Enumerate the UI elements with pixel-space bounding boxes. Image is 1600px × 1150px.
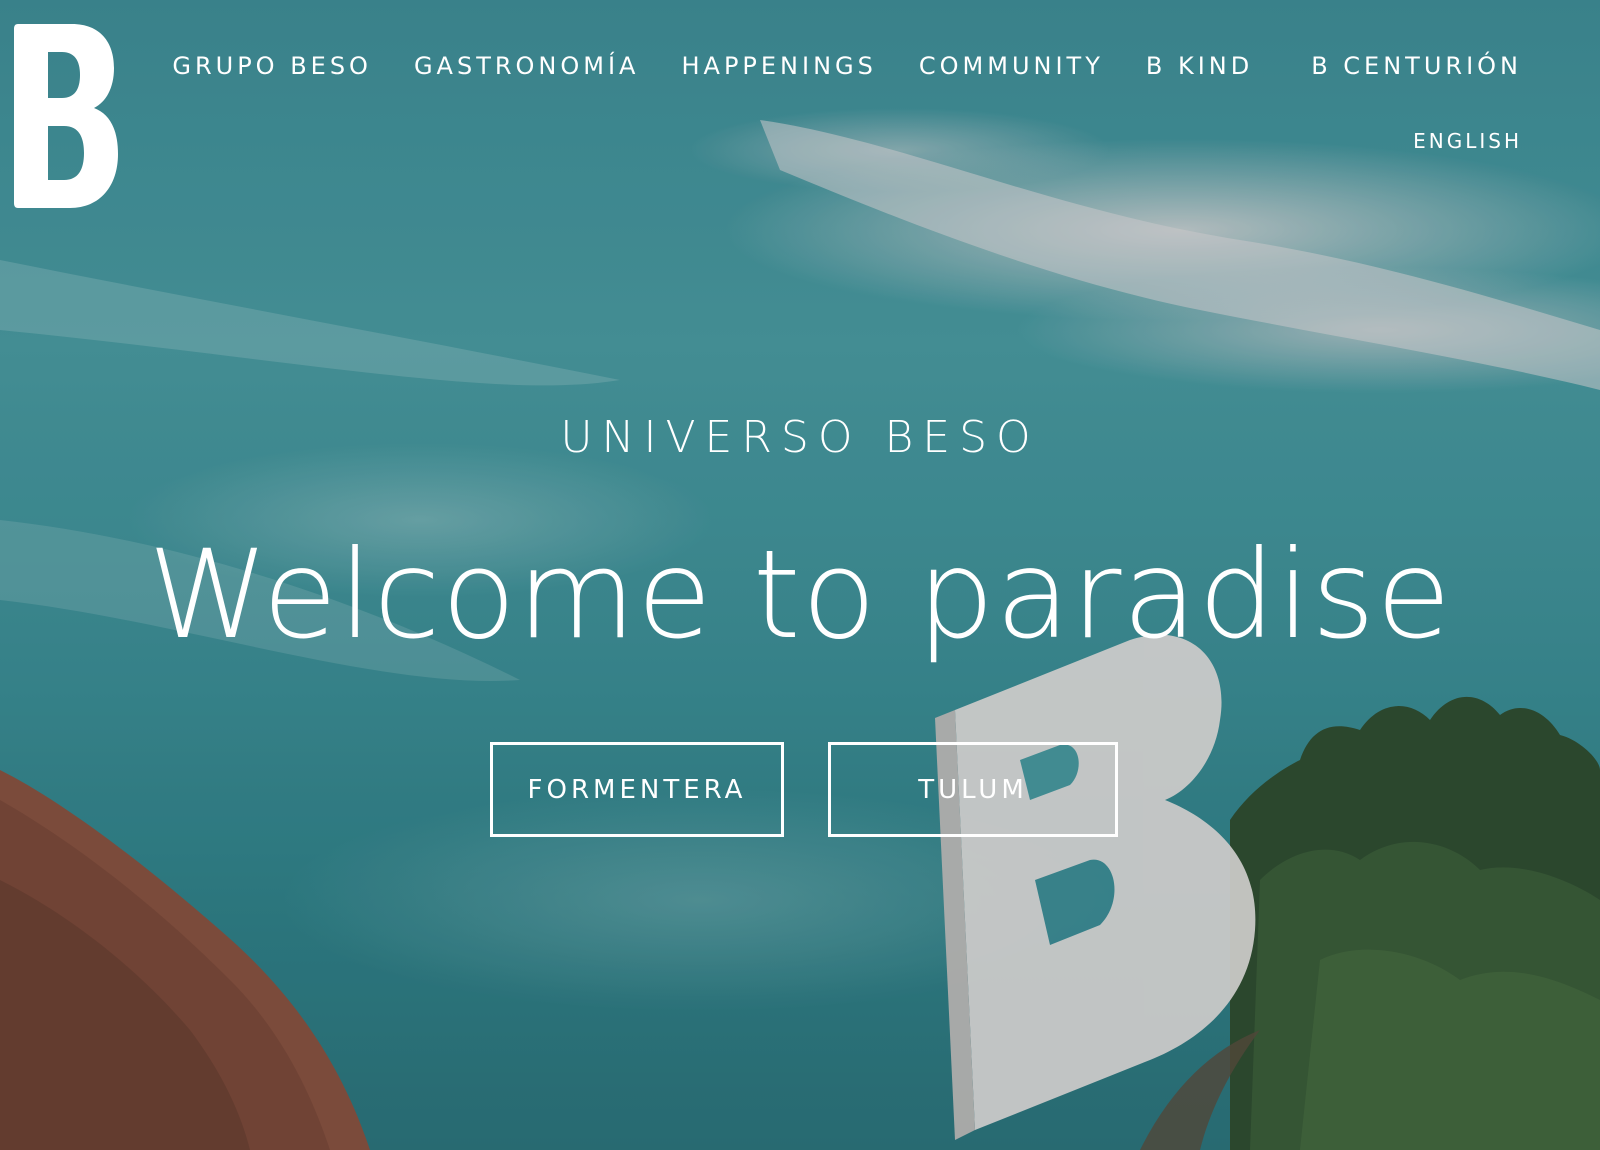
hero-eyebrow: UNIVERSO BESO: [560, 412, 1040, 463]
nav-item-grupo-beso[interactable]: GRUPO BESO: [172, 48, 372, 84]
cta-row: FORMENTERA TULUM: [490, 742, 1118, 837]
b-logo-icon[interactable]: [14, 24, 118, 208]
nav-item-b-centurion[interactable]: B CENTURIÓN: [1311, 48, 1522, 84]
nav-item-happenings[interactable]: HAPPENINGS: [681, 48, 876, 84]
nav-item-gastronomia[interactable]: GASTRONOMÍA: [414, 48, 640, 84]
main-nav: GRUPO BESO GASTRONOMÍA HAPPENINGS COMMUN…: [130, 48, 1522, 84]
tulum-button[interactable]: TULUM: [828, 742, 1118, 837]
nav-item-b-kind[interactable]: B KIND: [1146, 48, 1253, 84]
formentera-button[interactable]: FORMENTERA: [490, 742, 784, 837]
nav-item-community[interactable]: COMMUNITY: [919, 48, 1104, 84]
page: GRUPO BESO GASTRONOMÍA HAPPENINGS COMMUN…: [0, 0, 1600, 1150]
language-switch[interactable]: ENGLISH: [1413, 126, 1522, 156]
hero-title: Welcome to paradise: [147, 524, 1453, 666]
